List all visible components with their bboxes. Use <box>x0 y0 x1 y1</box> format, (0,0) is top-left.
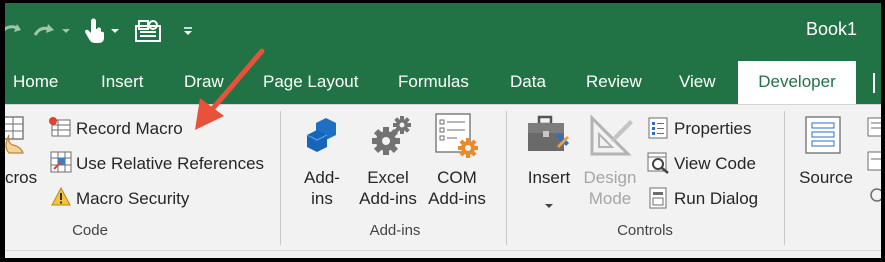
properties-icon <box>648 117 668 144</box>
touch-mode-icon[interactable] <box>80 13 108 49</box>
design-mode-label-line1: Design <box>583 168 637 187</box>
next-tab-edge <box>873 73 881 93</box>
code-group-label: Code <box>72 222 108 239</box>
insert-controls-icon <box>526 115 572 164</box>
design-mode-icon <box>588 114 634 165</box>
tab-developer[interactable]: Developer <box>738 61 856 104</box>
com-addins-button[interactable]: COM Add-ins <box>423 167 491 209</box>
redo-dropdown-icon[interactable] <box>60 13 72 49</box>
insert-controls-button[interactable]: Insert <box>518 167 580 188</box>
macros-button-label[interactable]: cros <box>5 168 37 188</box>
refresh-data-icon[interactable] <box>867 185 881 210</box>
view-code-icon <box>647 152 669 179</box>
ribbon-tab-bar: Home Insert Draw Page Layout Formulas Da… <box>5 59 881 104</box>
design-mode-button[interactable]: Design Mode <box>579 167 641 209</box>
tab-data[interactable]: Data <box>510 59 546 104</box>
excel-window: Book1 Home Insert Draw Page Layout Formu… <box>5 3 881 258</box>
use-relative-references-button[interactable]: Use Relative References <box>76 154 264 174</box>
view-code-button[interactable]: View Code <box>674 154 756 174</box>
relative-references-icon <box>50 151 72 178</box>
source-button[interactable]: Source <box>793 167 859 188</box>
workbook-title: Book1 <box>805 19 857 39</box>
expansion-packs-icon[interactable] <box>867 151 881 176</box>
com-addins-label-line2: Add-ins <box>428 189 486 208</box>
tab-view[interactable]: View <box>679 59 716 104</box>
macros-icon[interactable] <box>5 115 27 162</box>
tab-review[interactable]: Review <box>586 59 642 104</box>
record-macro-icon <box>48 116 72 143</box>
tab-formulas[interactable]: Formulas <box>398 59 469 104</box>
addins-icon <box>304 117 340 162</box>
annotation-arrow-icon <box>195 48 265 130</box>
source-icon <box>804 115 848 164</box>
redo-icon[interactable] <box>31 13 59 49</box>
excel-addins-label-line2: Add-ins <box>359 189 417 208</box>
com-addins-icon <box>435 113 481 166</box>
tab-home[interactable]: Home <box>13 59 58 104</box>
excel-addins-label-line1: Excel <box>367 168 409 187</box>
run-dialog-button[interactable]: Run Dialog <box>674 189 758 209</box>
undo-icon[interactable] <box>5 13 27 49</box>
addins-label-line2: ins <box>311 189 333 208</box>
record-macro-button[interactable]: Record Macro <box>76 119 183 139</box>
addins-group-label: Add-ins <box>369 222 421 239</box>
ribbon-bottom-edge <box>5 250 881 258</box>
macro-security-button[interactable]: Macro Security <box>76 189 189 209</box>
excel-addins-icon <box>369 113 413 164</box>
insert-dropdown-icon[interactable] <box>544 197 554 215</box>
tab-insert[interactable]: Insert <box>101 59 144 104</box>
addins-button[interactable]: Add- ins <box>295 167 349 209</box>
run-dialog-icon <box>649 187 667 214</box>
macro-security-icon <box>51 186 71 211</box>
excel-addins-button[interactable]: Excel Add-ins <box>354 167 422 209</box>
controls-group-label: Controls <box>617 222 673 239</box>
group-separator <box>506 111 507 245</box>
com-addins-label-line1: COM <box>437 168 477 187</box>
properties-button[interactable]: Properties <box>674 119 751 139</box>
addins-label-line1: Add- <box>304 168 340 187</box>
print-preview-icon[interactable] <box>132 13 164 49</box>
touch-mode-dropdown-icon[interactable] <box>109 13 121 49</box>
title-bar: Book1 <box>5 3 881 59</box>
xml-map-properties-icon[interactable] <box>867 117 881 142</box>
design-mode-label-line2: Mode <box>588 189 632 208</box>
group-separator <box>784 111 785 245</box>
developer-ribbon: cros Record Macro Use Relative Reference… <box>5 104 881 258</box>
